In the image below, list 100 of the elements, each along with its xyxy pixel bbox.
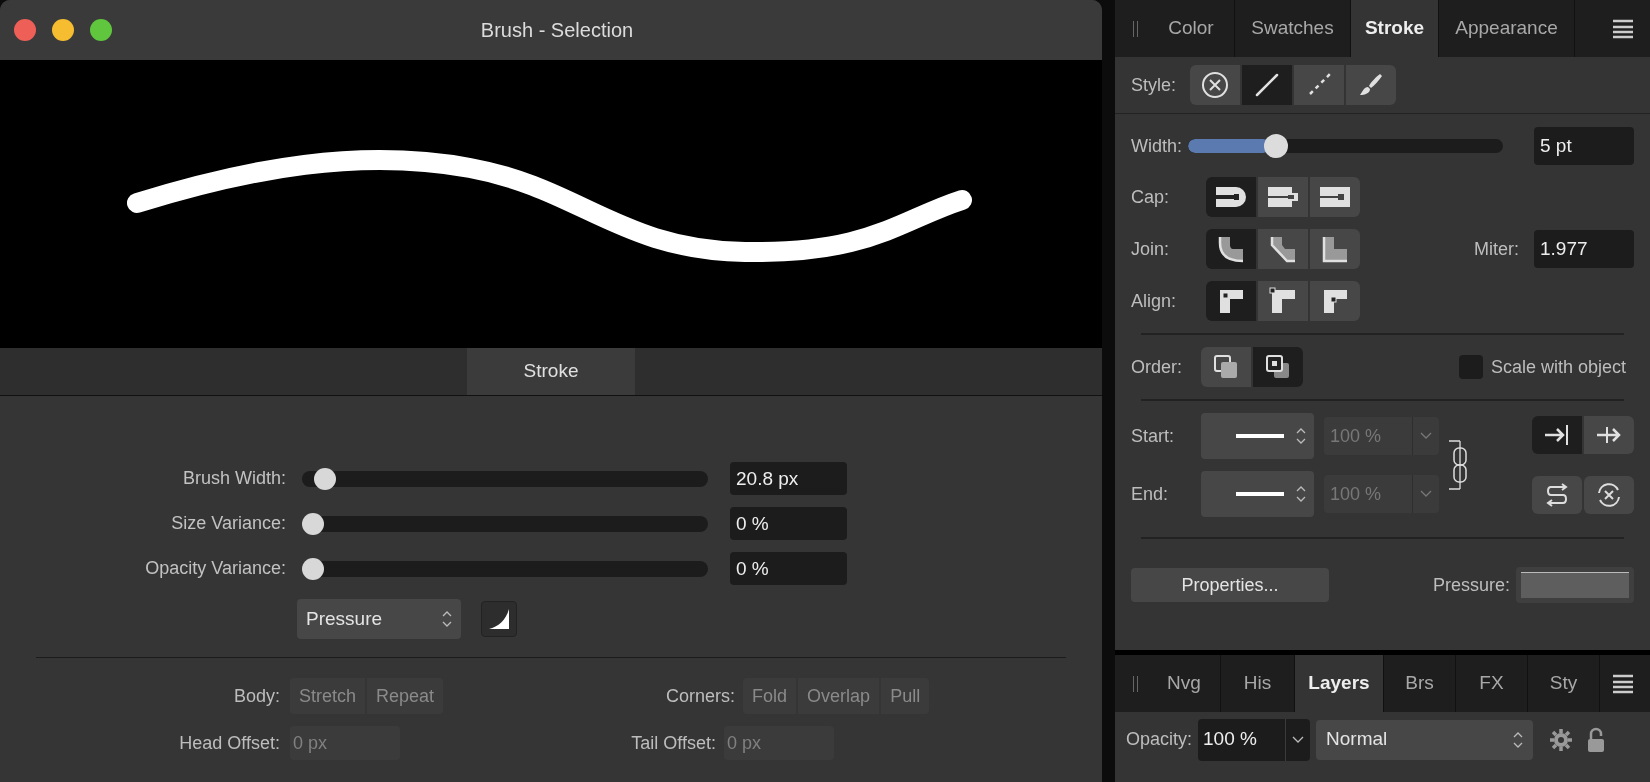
field-label: Tail Offset: [630,731,717,755]
arrowhead-dropdown[interactable] [1201,471,1314,517]
arrow-position-option[interactable] [1532,416,1582,454]
width-field[interactable]: 5 pt [1534,127,1634,165]
align-option[interactable] [1258,281,1308,321]
field-label: Corners: [665,684,737,708]
paintbrush-icon [1358,72,1385,98]
arrowhead-dropdown[interactable] [1201,413,1314,459]
panel-tab[interactable]: Nvg [1148,655,1221,712]
style-option[interactable] [1346,65,1397,105]
align-option[interactable] [1310,281,1360,321]
field-label: Order: [1131,355,1183,379]
slider-thumb[interactable] [313,467,336,490]
round-cap-icon [1214,185,1248,209]
field-label: Width: [1131,134,1182,158]
field-label: Pressure: [1432,573,1510,597]
close-button[interactable] [14,19,36,41]
value-field[interactable]: 0 % [730,507,847,540]
stroke-behind-icon [1213,354,1239,380]
field-label: Head Offset: [178,731,281,755]
value-field[interactable]: 20.8 px [730,462,847,495]
field-label: Miter: [1474,237,1519,261]
solid-line-icon [1254,72,1281,98]
panel-tab[interactable]: Layers [1295,655,1384,712]
panel-tab[interactable]: FX [1456,655,1528,712]
drag-handle-icon[interactable] [1133,20,1138,37]
settings-icon[interactable] [1549,727,1574,752]
zoom-button[interactable] [90,19,112,41]
dialog-tab[interactable]: Stroke [467,348,635,395]
join-option[interactable] [1258,229,1308,269]
stroke-front-icon [1265,354,1291,380]
scale-checkbox[interactable] [1458,355,1483,379]
square-cap-icon [1266,185,1300,209]
miter-field[interactable]: 1.977 [1534,230,1634,268]
blend-mode-dropdown[interactable]: Normal [1316,719,1534,760]
join-option[interactable] [1206,229,1256,269]
slider-label: Brush Width: [181,467,286,490]
panel-tab[interactable]: Stroke [1351,0,1439,57]
drag-handle-icon[interactable] [1133,675,1138,692]
pressure-graph[interactable] [1516,567,1634,603]
style-option[interactable] [1242,65,1293,105]
order-option[interactable] [1253,347,1303,387]
slider-label: Size Variance: [170,512,286,535]
minimize-button[interactable] [52,19,74,41]
opacity-field[interactable]: 100 % [1198,718,1311,761]
slider-track[interactable] [302,557,708,580]
style-option[interactable] [1190,65,1241,105]
cap-option[interactable] [1206,177,1256,217]
field-label: End: [1131,482,1170,506]
field-label: Cap: [1131,185,1171,209]
pressure-curve-button[interactable] [481,601,517,637]
bevel-join-icon [1269,235,1297,263]
slider-track[interactable] [302,512,708,535]
properties-button[interactable]: Properties... [1131,568,1329,602]
miter-join-icon [1321,235,1349,263]
slider-label: Opacity Variance: [144,557,286,580]
swap-arrows-icon [1544,483,1570,507]
remove-arrowheads-button[interactable] [1584,476,1634,514]
arrow-position-option[interactable] [1584,416,1634,454]
panel-tab[interactable]: Color [1148,0,1235,57]
field-label: Style: [1131,73,1177,97]
field-label: Start: [1131,424,1175,448]
circular-arrows-x-icon [1595,481,1623,509]
slider-thumb[interactable] [302,512,324,535]
stroke-align-icon [1321,287,1349,315]
stepper-icon [1296,427,1306,445]
slider-thumb[interactable] [1263,134,1288,158]
width-slider-track[interactable] [1188,134,1503,158]
value-field[interactable]: 0 % [730,552,847,585]
dashed-line-icon [1307,73,1332,97]
panel-tab[interactable]: Appearance [1439,0,1575,57]
field-label: Align: [1131,289,1178,313]
controller-dropdown[interactable]: Pressure [297,599,461,639]
chevron-down-icon [1420,432,1432,440]
slider-track[interactable] [302,467,708,490]
swap-button[interactable] [1532,476,1582,514]
panel-tab[interactable]: Brs [1384,655,1456,712]
slider-thumb[interactable] [302,557,324,580]
join-option[interactable] [1310,229,1360,269]
stepper-icon [442,610,452,628]
window-title: Brush - Selection [480,18,634,43]
field-label: Opacity: [1126,728,1193,751]
chevron-down-icon [1292,735,1305,744]
order-option[interactable] [1201,347,1251,387]
stroke-align-icon [1217,287,1245,315]
align-option[interactable] [1206,281,1256,321]
menu-icon[interactable] [1612,18,1634,39]
cap-option[interactable] [1258,177,1308,217]
lock-icon[interactable] [1587,726,1606,753]
chevron-down-icon [1420,490,1432,498]
stroke-align-icon [1269,287,1297,315]
cap-option[interactable] [1310,177,1360,217]
link-icon[interactable] [1448,440,1468,490]
stepper-icon [1513,730,1524,749]
curve-icon [488,608,510,630]
panel-tab[interactable]: Sty [1528,655,1600,712]
field-label: Join: [1131,237,1171,261]
no-stroke-icon [1201,71,1230,99]
arrow-to-line-icon [1543,423,1571,447]
menu-icon[interactable] [1612,673,1634,694]
